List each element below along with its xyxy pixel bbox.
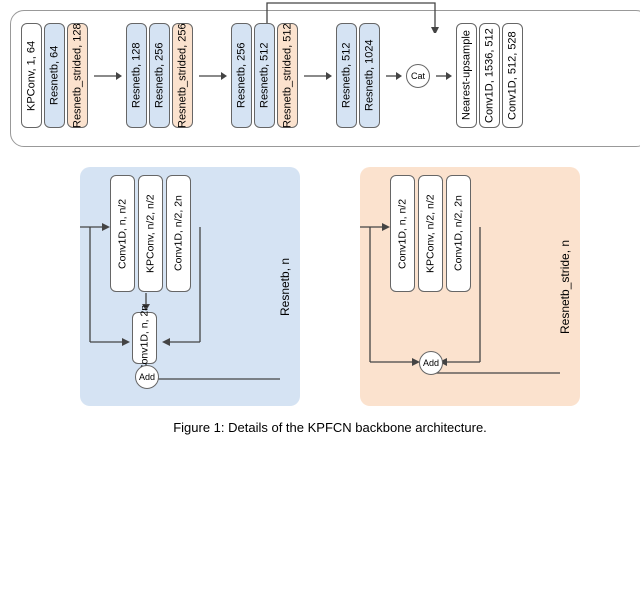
add-node: Add	[135, 365, 159, 389]
sub-block: Conv1D, n, n/2	[110, 175, 135, 292]
block: Resnetb_strided, 256	[172, 23, 193, 128]
resnetb-stride-detail: Resnetb_stride, n Conv1D, n, n/2 KPConv,…	[360, 167, 580, 406]
sub-block: Conv1D, n, n/2	[390, 175, 415, 292]
stage-3: Resnetb, 256 Resnetb, 512 Resnetb_stride…	[231, 23, 298, 128]
stage-5: Nearest-upsample Conv1D, 1536, 512 Conv1…	[456, 23, 523, 128]
sub-block: Conv1D, n/2, 2n	[166, 175, 191, 292]
block: KPConv, 1, 64	[21, 23, 42, 128]
block: Resnetb_strided, 128	[67, 23, 88, 128]
block: Conv1D, 1536, 512	[479, 23, 500, 128]
block: Resnetb, 64	[44, 23, 65, 128]
arrow-icon	[432, 66, 454, 86]
main-architecture-frame: KPConv, 1, 64 Resnetb, 64 Resnetb_stride…	[10, 10, 640, 147]
block: Resnetb_strided, 512	[277, 23, 298, 128]
stage-4: Resnetb, 512 Resnetb, 1024	[336, 23, 380, 128]
sub-block: Conv1D, n, 2n	[132, 312, 157, 364]
block: Resnetb, 1024	[359, 23, 380, 128]
resnetb-side-path: Conv1D, n, 2n	[132, 312, 157, 364]
stage-2: Resnetb, 128 Resnetb, 256 Resnetb_stride…	[126, 23, 193, 128]
block: Resnetb, 128	[126, 23, 147, 128]
arrow-icon	[195, 66, 229, 86]
figure-caption: Figure 1: Details of the KPFCN backbone …	[10, 420, 640, 435]
cat-node: Cat	[406, 64, 430, 88]
sub-block: Conv1D, n/2, 2n	[446, 175, 471, 292]
arrow-icon	[300, 66, 334, 86]
sub-block: KPConv, n/2, n/2	[418, 175, 443, 292]
sub-blocks-row: Resnetb, n Conv1D, n, n/2 KPConv, n/2, n…	[10, 167, 640, 406]
main-pipeline-row: KPConv, 1, 64 Resnetb, 64 Resnetb_stride…	[21, 23, 639, 128]
resnetb-main-path: Conv1D, n, n/2 KPConv, n/2, n/2 Conv1D, …	[110, 175, 191, 292]
arrow-icon	[90, 66, 124, 86]
add-label: Add	[139, 372, 155, 382]
block: Nearest-upsample	[456, 23, 477, 128]
resnetb-stride-main-path: Conv1D, n, n/2 KPConv, n/2, n/2 Conv1D, …	[390, 175, 471, 292]
block: Conv1D, 512, 528	[502, 23, 523, 128]
resnetb-detail: Resnetb, n Conv1D, n, n/2 KPConv, n/2, n…	[80, 167, 300, 406]
block: Resnetb, 256	[231, 23, 252, 128]
add-node: Add	[419, 351, 443, 375]
skip-source-stage-3: Resnetb, 256 Resnetb, 512 Resnetb_stride…	[231, 23, 298, 128]
block: Resnetb, 512	[254, 23, 275, 128]
stage-1: KPConv, 1, 64 Resnetb, 64 Resnetb_stride…	[21, 23, 88, 128]
sub-block: KPConv, n/2, n/2	[138, 175, 163, 292]
block: Resnetb, 512	[336, 23, 357, 128]
block: Resnetb, 256	[149, 23, 170, 128]
add-label: Add	[423, 358, 439, 368]
cat-label: Cat	[411, 71, 425, 81]
arrow-icon	[382, 66, 404, 86]
